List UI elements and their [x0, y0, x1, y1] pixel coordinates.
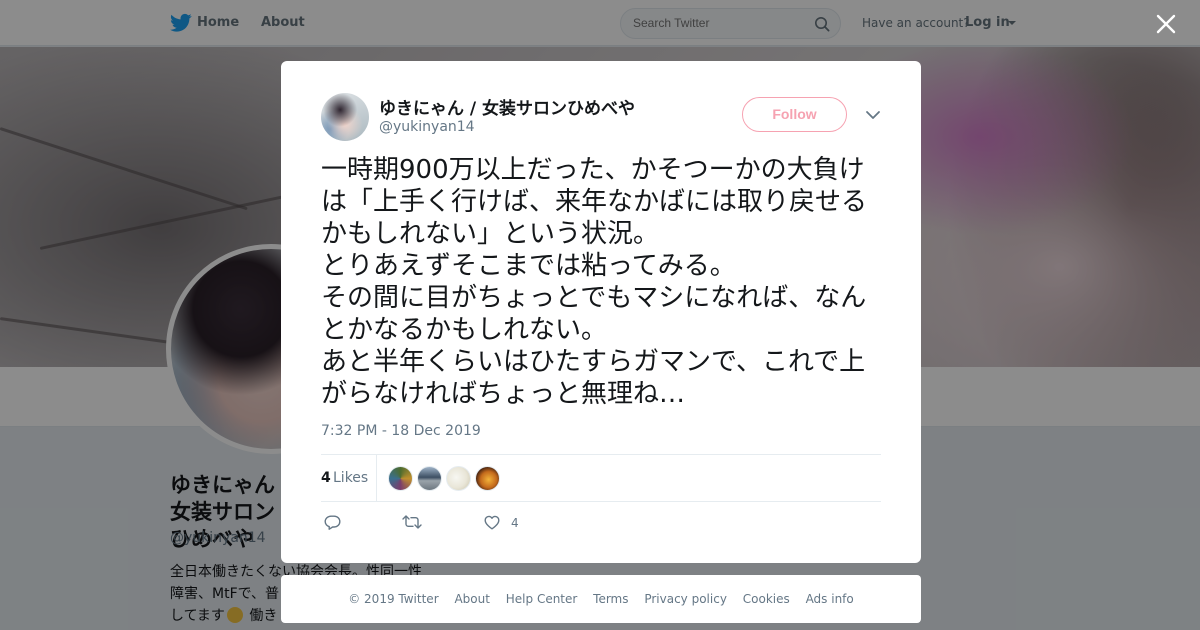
follow-button[interactable]: Follow: [742, 97, 847, 132]
like-action-count: 4: [511, 516, 519, 530]
likes-count[interactable]: 4: [321, 470, 331, 486]
liker-avatar[interactable]: [417, 466, 442, 491]
close-icon[interactable]: [1154, 12, 1178, 36]
liker-avatar[interactable]: [446, 466, 471, 491]
chevron-down-icon[interactable]: [865, 110, 881, 120]
retweet-icon[interactable]: [402, 515, 422, 529]
footer-link-cookies[interactable]: Cookies: [743, 592, 790, 606]
likes-label[interactable]: Likes: [333, 470, 368, 486]
tweet-modal: ゆきにゃん / 女装サロンひめべや @yukinyan14 Follow 一時期…: [281, 61, 921, 563]
author-avatar[interactable]: [321, 93, 369, 141]
tweet-stats: 4 Likes: [321, 454, 881, 502]
footer-copyright: © 2019 Twitter: [348, 592, 439, 606]
heart-icon[interactable]: [484, 515, 500, 530]
footer-link-terms[interactable]: Terms: [593, 592, 628, 606]
author-name[interactable]: ゆきにゃん / 女装サロンひめべや: [379, 94, 635, 119]
footer: © 2019 Twitter About Help Center Terms P…: [281, 575, 921, 623]
liker-avatar[interactable]: [388, 466, 413, 491]
footer-link-privacy[interactable]: Privacy policy: [644, 592, 727, 606]
tweet-timestamp[interactable]: 7:32 PM - 18 Dec 2019: [321, 423, 481, 439]
footer-link-help-center[interactable]: Help Center: [506, 592, 578, 606]
footer-link-about[interactable]: About: [454, 592, 489, 606]
tweet-text: 一時期900万以上だった、かそつーかの大負けは「上手く行けば、来年なかばには取り…: [321, 155, 868, 409]
liker-avatar[interactable]: [475, 466, 500, 491]
stats-divider: [376, 455, 377, 501]
author-handle[interactable]: @yukinyan14: [379, 119, 475, 135]
footer-links: © 2019 Twitter About Help Center Terms P…: [281, 592, 921, 606]
footer-link-ads-info[interactable]: Ads info: [806, 592, 854, 606]
reply-icon[interactable]: [324, 515, 341, 530]
